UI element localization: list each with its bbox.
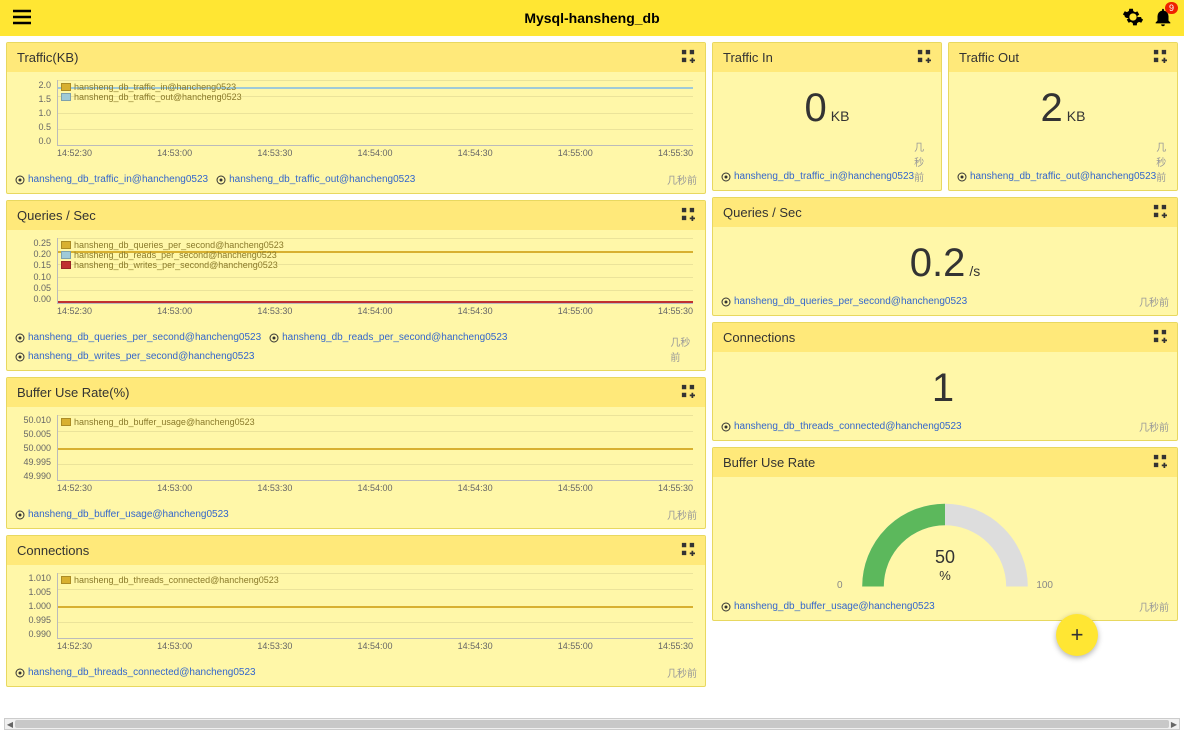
panel-traffic-out: Traffic Out 2KB hansheng_db_traffic_out@…	[948, 42, 1178, 191]
metric-link[interactable]: hansheng_db_threads_connected@hancheng05…	[721, 421, 962, 432]
chart-legend: hansheng_db_traffic_in@hancheng0523hansh…	[61, 82, 242, 102]
timestamp: 几秒前	[667, 665, 697, 680]
x-axis: 14:52:3014:53:0014:53:3014:54:0014:54:30…	[57, 306, 693, 318]
scroll-left-icon[interactable]: ◀	[5, 719, 15, 729]
panel-buffer-gauge: Buffer Use Rate 50% 0100 hansheng_db_buf…	[712, 447, 1178, 621]
panel-title: Queries / Sec	[17, 208, 96, 223]
notification-badge: 9	[1165, 2, 1178, 14]
panel-traffic-in: Traffic In 0KB hansheng_db_traffic_in@ha…	[712, 42, 942, 191]
dashboard: Traffic(KB) 2.01.51.00.50.0 hansheng_db_…	[0, 36, 1184, 693]
metric-value: 0KB	[721, 76, 933, 131]
queries-chart[interactable]: 0.250.200.150.100.050.00 hansheng_db_que…	[15, 238, 697, 318]
page-title: Mysql-hansheng_db	[524, 10, 659, 26]
target-icon	[721, 602, 731, 612]
target-icon	[15, 352, 25, 362]
panel-menu-icon[interactable]	[681, 207, 695, 224]
target-icon	[216, 175, 226, 185]
metric-value: 2KB	[957, 76, 1169, 131]
traffic-chart[interactable]: 2.01.51.00.50.0 hansheng_db_traffic_in@h…	[15, 80, 697, 160]
target-icon	[721, 422, 731, 432]
panel-menu-icon[interactable]	[1153, 204, 1167, 221]
gauge-max: 100	[1036, 580, 1053, 591]
plus-icon: +	[1071, 622, 1084, 648]
app-header: Mysql-hansheng_db 9	[0, 0, 1184, 36]
timestamp: 几秒前	[667, 172, 697, 187]
panel-title: Buffer Use Rate	[723, 455, 815, 470]
target-icon	[15, 668, 25, 678]
timestamp: 几秒前	[1139, 419, 1169, 434]
gauge-chart: 50% 0100	[721, 481, 1169, 591]
horizontal-scrollbar[interactable]: ◀ ▶	[4, 718, 1180, 730]
metric-link[interactable]: hansheng_db_queries_per_second@hancheng0…	[721, 296, 967, 307]
x-axis: 14:52:3014:53:0014:53:3014:54:0014:54:30…	[57, 148, 693, 160]
timestamp: 几秒前	[1139, 294, 1169, 309]
target-icon	[269, 333, 279, 343]
panel-queries-chart: Queries / Sec 0.250.200.150.100.050.00 h…	[6, 200, 706, 371]
panel-menu-icon[interactable]	[1153, 329, 1167, 346]
timestamp: 几秒前	[914, 139, 933, 184]
metric-link[interactable]: hansheng_db_threads_connected@hancheng05…	[15, 667, 256, 678]
panel-menu-icon[interactable]	[917, 49, 931, 66]
timestamp: 几秒前	[1156, 139, 1169, 184]
target-icon	[15, 333, 25, 343]
metric-value: 0.2/s	[721, 231, 1169, 286]
metric-link[interactable]: hansheng_db_buffer_usage@hancheng0523	[15, 509, 229, 520]
x-axis: 14:52:3014:53:0014:53:3014:54:0014:54:30…	[57, 641, 693, 653]
panel-menu-icon[interactable]	[1153, 454, 1167, 471]
panel-title: Traffic Out	[959, 50, 1019, 65]
metric-link[interactable]: hansheng_db_reads_per_second@hancheng052…	[269, 332, 507, 343]
panel-connections-chart: Connections 1.0101.0051.0000.9950.990 ha…	[6, 535, 706, 687]
panel-menu-icon[interactable]	[1153, 49, 1167, 66]
y-axis: 0.250.200.150.100.050.00	[15, 238, 55, 304]
gauge-min: 0	[837, 580, 843, 591]
panel-menu-icon[interactable]	[681, 49, 695, 66]
panel-title: Connections	[723, 330, 795, 345]
metric-link[interactable]: hansheng_db_traffic_in@hancheng0523	[15, 174, 208, 185]
buffer-chart[interactable]: 50.01050.00550.00049.99549.990 hansheng_…	[15, 415, 697, 495]
target-icon	[15, 510, 25, 520]
timestamp: 几秒前	[670, 334, 697, 364]
metric-link[interactable]: hansheng_db_buffer_usage@hancheng0523	[721, 601, 935, 612]
metric-link[interactable]: hansheng_db_traffic_out@hancheng0523	[216, 174, 415, 185]
panel-menu-icon[interactable]	[681, 384, 695, 401]
x-axis: 14:52:3014:53:0014:53:3014:54:0014:54:30…	[57, 483, 693, 495]
timestamp: 几秒前	[667, 507, 697, 522]
target-icon	[957, 172, 967, 182]
panel-connections-single: Connections 1 hansheng_db_threads_connec…	[712, 322, 1178, 441]
panel-traffic-chart: Traffic(KB) 2.01.51.00.50.0 hansheng_db_…	[6, 42, 706, 194]
chart-legend: hansheng_db_threads_connected@hancheng05…	[61, 575, 279, 585]
menu-icon[interactable]	[10, 5, 34, 32]
y-axis: 1.0101.0051.0000.9950.990	[15, 573, 55, 639]
metric-link[interactable]: hansheng_db_traffic_in@hancheng0523	[721, 171, 914, 182]
scrollbar-thumb[interactable]	[15, 720, 1169, 728]
panel-title: Buffer Use Rate(%)	[17, 385, 129, 400]
metric-value: 1	[721, 356, 1169, 411]
connections-chart[interactable]: 1.0101.0051.0000.9950.990 hansheng_db_th…	[15, 573, 697, 653]
timestamp: 几秒前	[1139, 599, 1169, 614]
metric-link[interactable]: hansheng_db_traffic_out@hancheng0523	[957, 171, 1156, 182]
add-button[interactable]: +	[1056, 614, 1098, 656]
y-axis: 50.01050.00550.00049.99549.990	[15, 415, 55, 481]
chart-legend: hansheng_db_queries_per_second@hancheng0…	[61, 240, 284, 270]
y-axis: 2.01.51.00.50.0	[15, 80, 55, 146]
metric-link[interactable]: hansheng_db_queries_per_second@hancheng0…	[15, 332, 261, 343]
panel-queries-single: Queries / Sec 0.2/s hansheng_db_queries_…	[712, 197, 1178, 316]
settings-icon[interactable]	[1122, 6, 1144, 31]
panel-title: Connections	[17, 543, 89, 558]
panel-buffer-chart: Buffer Use Rate(%) 50.01050.00550.00049.…	[6, 377, 706, 529]
panel-title: Traffic(KB)	[17, 50, 78, 65]
panel-title: Queries / Sec	[723, 205, 802, 220]
target-icon	[15, 175, 25, 185]
scroll-right-icon[interactable]: ▶	[1169, 719, 1179, 729]
panel-title: Traffic In	[723, 50, 773, 65]
target-icon	[721, 172, 731, 182]
metric-link[interactable]: hansheng_db_writes_per_second@hancheng05…	[15, 351, 254, 362]
panel-menu-icon[interactable]	[681, 542, 695, 559]
chart-legend: hansheng_db_buffer_usage@hancheng0523	[61, 417, 255, 427]
target-icon	[721, 297, 731, 307]
notifications-icon[interactable]: 9	[1152, 6, 1174, 31]
